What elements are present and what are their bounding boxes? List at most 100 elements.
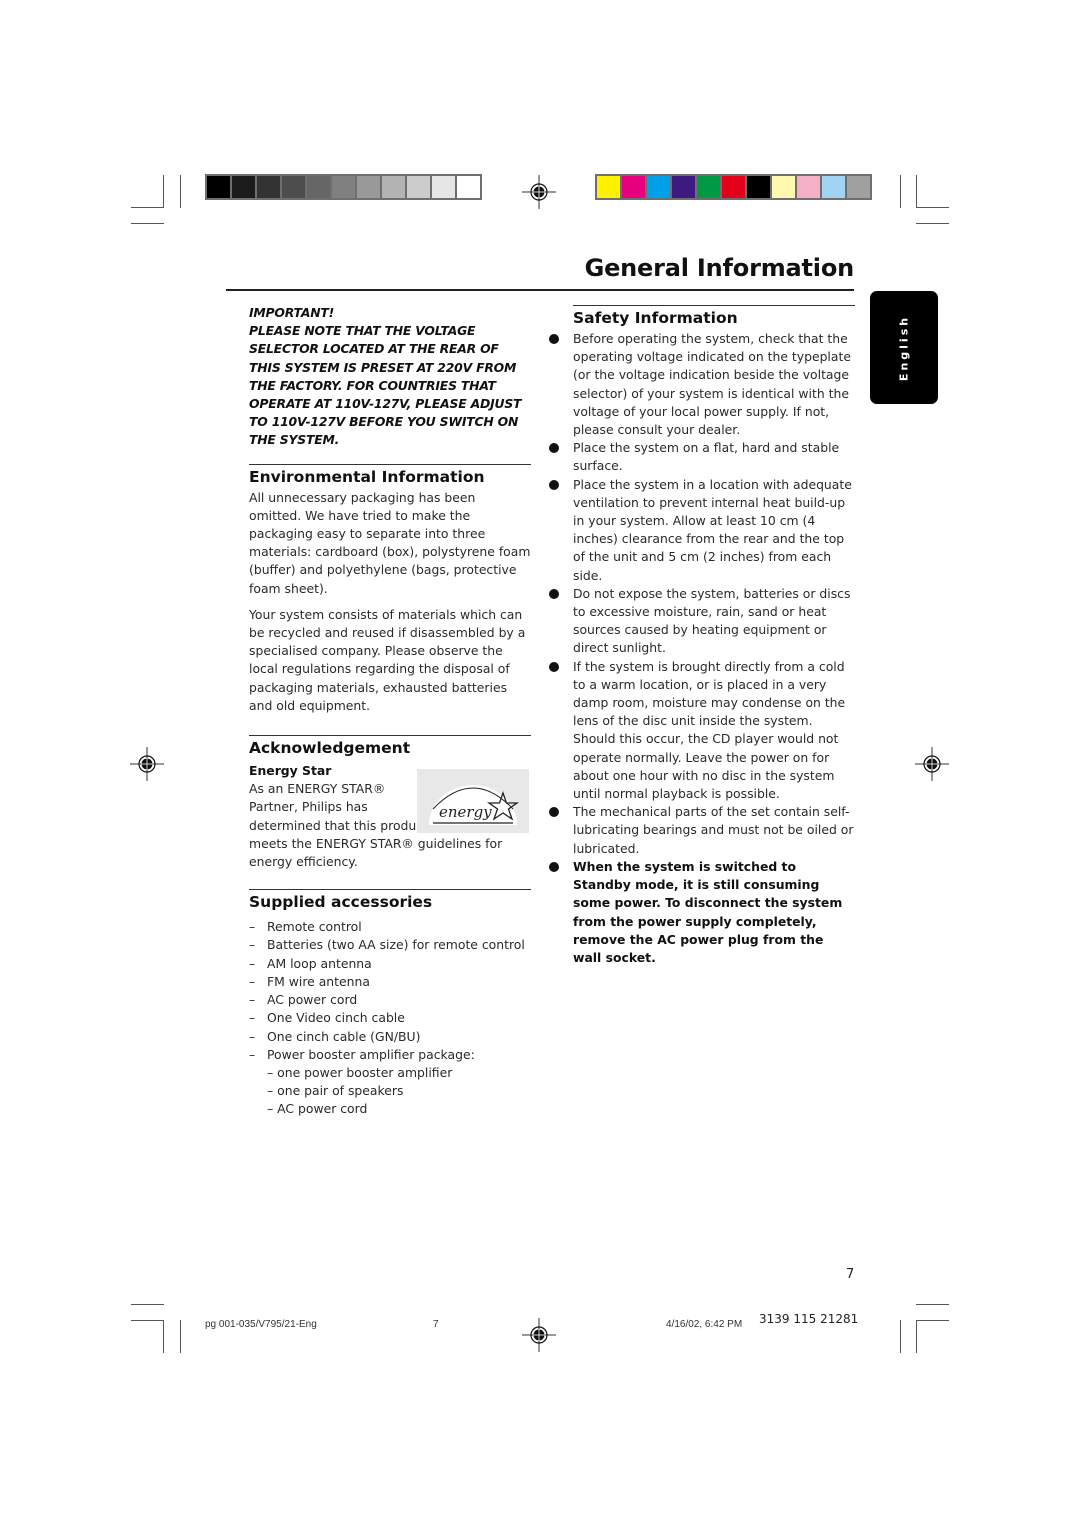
language-tab: English	[870, 291, 938, 404]
list-item: – FM wire antenna	[249, 973, 370, 989]
list-item: Place the system in a location with adeq…	[547, 476, 855, 585]
important-line: THE SYSTEM.	[249, 432, 340, 448]
crop-mark	[916, 175, 917, 208]
page-number: 7	[846, 1267, 855, 1282]
color-swatch	[747, 176, 770, 198]
important-line: SELECTOR LOCATED AT THE REAR OF	[249, 341, 499, 357]
crop-mark	[180, 1320, 181, 1353]
color-swatch	[797, 176, 820, 198]
important-notice: IMPORTANT! PLEASE NOTE THAT THE VOLTAGE …	[249, 304, 531, 450]
color-swatch	[407, 176, 430, 198]
section-title: Safety Information	[573, 309, 738, 327]
important-heading: IMPORTANT!	[249, 305, 335, 320]
list-item: – Power booster amplifier package:	[249, 1046, 475, 1062]
bullet-icon	[549, 861, 559, 872]
acknowledgement-section: Acknowledgement Energy Star As an ENERGY…	[249, 735, 531, 871]
section-title: Environmental Information	[249, 467, 485, 486]
registration-mark-icon	[130, 747, 164, 781]
important-line: OPERATE AT 110V-127V, PLEASE ADJUST	[249, 396, 522, 412]
paragraph: All unnecessary packaging has been omitt…	[249, 489, 531, 596]
crop-mark	[916, 1320, 917, 1353]
list-item: – One Video cinch cable	[249, 1010, 405, 1026]
title-divider	[226, 289, 854, 291]
color-swatch	[257, 176, 280, 198]
color-swatch	[622, 176, 645, 198]
crop-mark	[900, 175, 901, 208]
bullet-icon	[549, 588, 559, 599]
color-swatch	[772, 176, 795, 198]
color-swatch	[357, 176, 380, 198]
color-swatch	[282, 176, 305, 198]
color-swatch	[307, 176, 330, 198]
section-divider	[249, 735, 531, 737]
left-column: IMPORTANT! PLEASE NOTE THAT THE VOLTAGE …	[249, 304, 531, 1119]
crop-mark	[916, 1320, 949, 1321]
important-line: PLEASE NOTE THAT THE VOLTAGE	[249, 323, 476, 339]
list-item: – Remote control	[249, 919, 362, 935]
color-swatch	[847, 176, 870, 198]
bullet-icon	[549, 661, 559, 672]
bullet-icon	[549, 807, 559, 818]
energy-star-logo: energy	[417, 769, 529, 834]
list-item: – One cinch cable (GN/BU)	[249, 1028, 421, 1044]
sub-list-item: – one power booster amplifier	[267, 1064, 453, 1080]
crop-mark	[163, 175, 164, 208]
color-swatch	[672, 176, 695, 198]
color-swatch	[722, 176, 745, 198]
color-swatch	[647, 176, 670, 198]
important-line: THE FACTORY. FOR COUNTRIES THAT	[249, 377, 496, 393]
sub-list-item: – one pair of speakers	[267, 1083, 404, 1099]
crop-mark	[916, 207, 949, 208]
page-title: General Information	[584, 254, 855, 282]
list-item: – Batteries (two AA size) for remote cont…	[249, 937, 525, 953]
color-swatch	[597, 176, 620, 198]
important-line: TO 110V-127V BEFORE YOU SWITCH ON	[249, 414, 519, 430]
list-item: Before operating the system, check that …	[547, 330, 855, 439]
color-swatch	[382, 176, 405, 198]
list-item-warning: When the system is switched to Standby m…	[547, 858, 855, 967]
color-swatch	[432, 176, 455, 198]
color-swatch	[207, 176, 230, 198]
crop-mark	[131, 223, 164, 224]
environmental-section: Environmental Information All unnecessar…	[249, 463, 531, 715]
footer-filename: pg 001-035/V795/21-Eng	[205, 1319, 317, 1330]
crop-mark	[900, 1320, 901, 1353]
section-divider	[249, 463, 531, 465]
color-swatch	[332, 176, 355, 198]
list-item: Place the system on a flat, hard and sta…	[547, 439, 855, 475]
crop-mark	[916, 223, 949, 224]
grayscale-calibration-bar	[205, 174, 482, 200]
accessories-list: – Remote control – Batteries (two AA size)…	[249, 918, 531, 1118]
paragraph: Your system consists of materials which …	[249, 606, 526, 713]
right-column: Safety Information Before operating the …	[547, 305, 855, 967]
ack-rest: meets the ENERGY STAR® guidelines for en…	[249, 835, 503, 870]
list-item: – AM loop antenna	[249, 955, 372, 971]
sub-list-item: – AC power cord	[267, 1101, 368, 1117]
crop-mark	[131, 1320, 164, 1321]
crop-mark	[131, 1304, 164, 1305]
safety-list: Before operating the system, check that …	[547, 330, 855, 967]
registration-mark-icon	[522, 175, 556, 209]
energy-star-icon: energy	[429, 785, 520, 826]
accessories-section: Supplied accessories – Remote control – Ba…	[249, 889, 531, 1118]
crop-mark	[180, 175, 181, 208]
crop-mark	[131, 207, 164, 208]
language-label: English	[897, 314, 911, 381]
registration-mark-icon	[915, 747, 949, 781]
section-divider	[573, 305, 855, 306]
list-item: If the system is brought directly from a…	[547, 658, 855, 804]
important-line: THIS SYSTEM IS PRESET AT 220V FROM	[249, 359, 517, 375]
list-item: The mechanical parts of the set contain …	[547, 803, 855, 858]
crop-mark	[916, 1304, 949, 1305]
crop-mark	[163, 1320, 164, 1353]
section-title: Acknowledgement	[249, 739, 411, 758]
section-divider	[249, 889, 531, 891]
section-title: Supplied accessories	[249, 893, 433, 912]
footer-document-code: 3139 115 21281	[759, 1312, 859, 1326]
color-swatch	[232, 176, 255, 198]
energy-logo-text: energy	[439, 803, 492, 821]
footer-timestamp: 4/16/02, 6:42 PM	[666, 1319, 743, 1330]
footer-page: 7	[433, 1319, 439, 1330]
list-item: – AC power cord	[249, 992, 358, 1008]
color-swatch	[457, 176, 480, 198]
